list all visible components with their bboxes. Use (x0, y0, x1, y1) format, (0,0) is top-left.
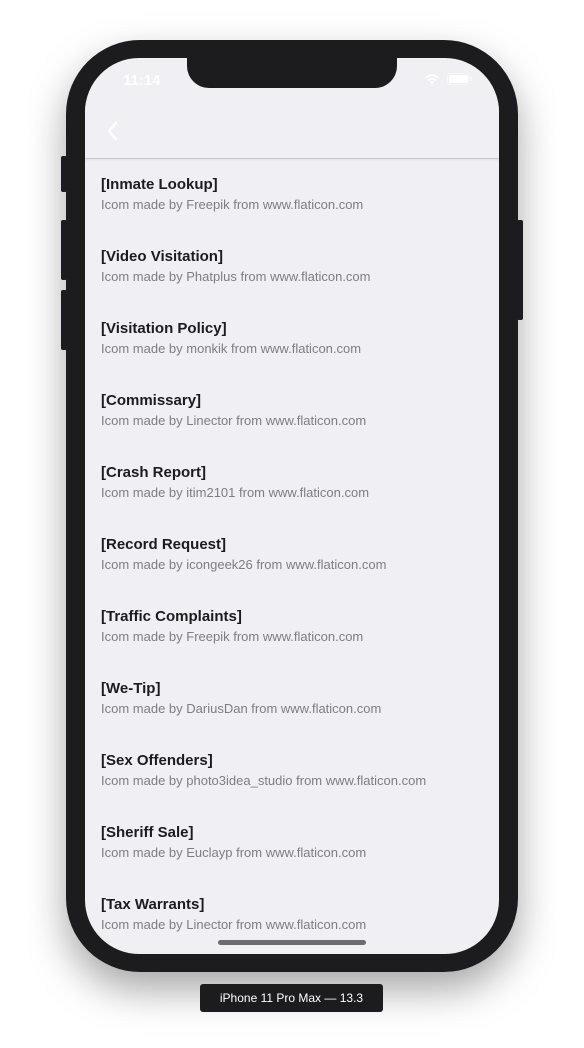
notch (187, 58, 397, 88)
list-item: [Traffic Complaints] Icom made by Freepi… (101, 607, 491, 646)
item-title: [Commissary] (101, 392, 202, 409)
back-button[interactable] (99, 116, 129, 146)
navigation-bar (85, 102, 499, 159)
list-item: [Inmate Lookup] Icom made by Freepik fro… (101, 175, 491, 214)
item-credit: Icom made by Freepik from www.flaticon.c… (101, 197, 364, 212)
wifi-icon (424, 73, 440, 85)
item-title: [Tax Warrants] (101, 896, 205, 913)
status-icons (424, 73, 473, 85)
item-credit: Icom made by itim2101 from www.flaticon.… (101, 485, 370, 500)
status-time: 11:14 (123, 72, 161, 89)
credits-list[interactable]: [Inmate Lookup] Icom made by Freepik fro… (85, 159, 499, 954)
item-title: [Record Request] (101, 536, 227, 553)
list-item: [Record Request] Icom made by icongeek26… (101, 535, 491, 574)
device-label: iPhone 11 Pro Max — 13.3 (200, 984, 383, 1012)
list-item: [Sheriff Sale] Icom made by Euclayp from… (101, 823, 491, 862)
item-credit: Icom made by Phatplus from www.flaticon.… (101, 269, 371, 284)
item-title: [Video Visitation] (101, 248, 223, 265)
item-title: [Sex Offenders] (101, 752, 213, 769)
item-title: [Visitation Policy] (101, 320, 227, 337)
battery-icon (447, 73, 473, 85)
list-item: [Crash Report] Icom made by itim2101 fro… (101, 463, 491, 502)
item-credit: Icom made by icongeek26 from www.flatico… (101, 557, 387, 572)
chevron-left-icon (99, 121, 129, 150)
list-item: [Visitation Policy] Icom made by monkik … (101, 319, 491, 358)
item-title: [Inmate Lookup] (101, 176, 218, 193)
item-credit: Icom made by monkik from www.flaticon.co… (101, 341, 362, 356)
home-indicator[interactable] (218, 940, 366, 945)
item-title: [We-Tip] (101, 680, 161, 697)
item-title: [Sheriff Sale] (101, 824, 194, 841)
item-credit: Icom made by photo3idea_studio from www.… (101, 773, 427, 788)
item-credit: Icom made by Freepik from www.flaticon.c… (101, 629, 364, 644)
item-credit: Icom made by DariusDan from www.flaticon… (101, 701, 382, 716)
list-item: [Tax Warrants] Icom made by Linector fro… (101, 895, 491, 934)
list-item: [Video Visitation] Icom made by Phatplus… (101, 247, 491, 286)
list-item: [Commissary] Icom made by Linector from … (101, 391, 491, 430)
screen: 11:14 [Inmate Lookup] Icom made by Freep… (85, 58, 499, 954)
item-title: [Traffic Complaints] (101, 608, 242, 625)
list-item: [Sex Offenders] Icom made by photo3idea_… (101, 751, 491, 790)
item-credit: Icom made by Linector from www.flaticon.… (101, 413, 367, 428)
item-title: [Crash Report] (101, 464, 207, 481)
list-item: [We-Tip] Icom made by DariusDan from www… (101, 679, 491, 718)
item-credit: Icom made by Euclayp from www.flaticon.c… (101, 845, 367, 860)
item-credit: Icom made by Linector from www.flaticon.… (101, 917, 367, 932)
